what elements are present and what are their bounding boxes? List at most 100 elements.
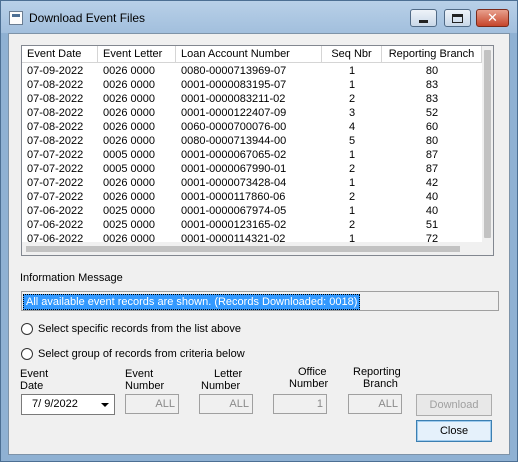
select-group-records-radio[interactable]	[21, 348, 33, 360]
information-message-text[interactable]: All available event records are shown. (…	[23, 294, 361, 310]
event-date-cell: 07-08-2022	[27, 135, 84, 147]
reporting-branch-cell: 80	[425, 135, 439, 147]
select-specific-records-label[interactable]: Select specific records from the list ab…	[38, 323, 241, 335]
event-letter-cell: 0026 0000	[103, 121, 155, 133]
letter-number-field[interactable]: ALL	[199, 394, 253, 414]
maximize-icon	[452, 13, 463, 23]
event-date-cell: 07-08-2022	[27, 93, 84, 105]
event-date-label-line1: Event	[20, 368, 49, 380]
reporting-branch-cell: 42	[425, 177, 439, 189]
event-date-cell: 07-07-2022	[27, 177, 84, 189]
event-date-label-line2: Date	[20, 380, 44, 392]
reporting-branch-cell: 83	[425, 93, 439, 105]
event-number-field[interactable]: ALL	[125, 394, 179, 414]
event-records-list[interactable]: Event Date Event Letter Loan Account Num…	[21, 45, 494, 256]
event-date-cell: 07-09-2022	[27, 65, 84, 77]
list-header: Event Date Event Letter Loan Account Num…	[22, 46, 482, 63]
table-row[interactable]: 07-07-2022 0026 0000 0001-0000117860-06 2 40	[22, 190, 482, 204]
loan-account-number-cell: 0001-0000067974-05	[181, 205, 287, 217]
title-bar[interactable]: Download Event Files ✕	[1, 1, 517, 33]
table-row[interactable]: 07-08-2022 0026 0000 0001-0000122407-09 3 52	[22, 106, 482, 120]
event-date-cell: 07-07-2022	[27, 163, 84, 175]
loan-account-number-cell: 0001-0000123165-02	[181, 219, 287, 231]
loan-account-number-cell: 0001-0000073428-04	[181, 177, 287, 189]
window-title: Download Event Files	[29, 11, 146, 25]
letter-number-label-line2: Number	[201, 380, 241, 392]
horizontal-scroll-thumb[interactable]	[26, 246, 460, 252]
seq-nbr-cell: 2	[348, 163, 356, 175]
reporting-branch-cell: 87	[425, 149, 439, 161]
close-window-button[interactable]: ✕	[476, 9, 509, 27]
office-number-label-line2: Number	[289, 378, 329, 390]
vertical-scroll-thumb[interactable]	[484, 50, 491, 238]
table-row[interactable]: 07-07-2022 0005 0000 0001-0000067065-02 1 87	[22, 148, 482, 162]
select-group-records-label[interactable]: Select group of records from criteria be…	[38, 348, 245, 360]
office-number-label-line1: Office	[298, 366, 327, 378]
loan-account-number-cell: 0080-0000713969-07	[181, 65, 287, 77]
table-row[interactable]: 07-07-2022 0005 0000 0001-0000067990-01 2 87	[22, 162, 482, 176]
event-date-value: 7/ 9/2022	[32, 398, 78, 410]
app-window-icon	[9, 11, 23, 25]
minimize-button[interactable]	[410, 9, 437, 27]
table-row[interactable]: 07-06-2022 0025 0000 0001-0000123165-02 2 51	[22, 218, 482, 232]
event-letter-cell: 0026 0000	[103, 107, 155, 119]
horizontal-scrollbar[interactable]	[22, 242, 493, 255]
close-button[interactable]: Close	[416, 420, 492, 442]
event-letter-cell: 0026 0000	[103, 177, 155, 189]
loan-account-number-cell: 0001-0000122407-09	[181, 107, 287, 119]
seq-nbr-cell: 1	[348, 177, 356, 189]
office-number-field[interactable]: 1	[273, 394, 327, 414]
event-number-label-line1: Event	[125, 368, 154, 380]
column-header-event-date[interactable]: Event Date	[22, 46, 98, 63]
loan-account-number-cell: 0001-0000083211-02	[181, 93, 286, 105]
reporting-branch-label-line1: Reporting	[353, 366, 401, 378]
vertical-scrollbar[interactable]	[482, 46, 493, 242]
seq-nbr-cell: 1	[348, 65, 356, 77]
event-letter-cell: 0005 0000	[103, 163, 155, 175]
event-date-cell: 07-08-2022	[27, 121, 84, 133]
table-row[interactable]: 07-08-2022 0026 0000 0001-0000083195-07 1 83	[22, 78, 482, 92]
reporting-branch-cell: 80	[425, 65, 439, 77]
seq-nbr-cell: 2	[348, 191, 356, 203]
column-header-event-letter[interactable]: Event Letter	[98, 46, 176, 63]
event-letter-cell: 0026 0000	[103, 93, 155, 105]
reporting-branch-cell: 51	[425, 219, 439, 231]
table-row[interactable]: 07-07-2022 0026 0000 0001-0000073428-04 1 42	[22, 176, 482, 190]
column-header-reporting-branch[interactable]: Reporting Branch	[382, 46, 482, 63]
column-header-loan-account-number[interactable]: Loan Account Number	[176, 46, 322, 63]
download-event-files-window: Download Event Files ✕ Event Date Event …	[0, 0, 518, 462]
list-rows: 07-09-2022 0026 0000 0080-0000713969-07 1 80…	[22, 64, 482, 246]
loan-account-number-cell: 0001-0000067990-01	[181, 163, 287, 175]
event-date-cell: 07-06-2022	[27, 205, 84, 217]
event-letter-cell: 0025 0000	[103, 205, 155, 217]
event-letter-cell: 0026 0000	[103, 79, 155, 91]
chevron-down-icon[interactable]	[101, 403, 109, 407]
download-button[interactable]: Download	[416, 394, 492, 416]
close-icon: ✕	[487, 10, 498, 26]
reporting-branch-cell: 52	[425, 107, 439, 119]
event-date-cell: 07-07-2022	[27, 149, 84, 161]
column-header-seq-nbr[interactable]: Seq Nbr	[322, 46, 382, 63]
event-letter-cell: 0026 0000	[103, 191, 155, 203]
information-message-label: Information Message	[20, 272, 123, 284]
table-row[interactable]: 07-09-2022 0026 0000 0080-0000713969-07 1 80	[22, 64, 482, 78]
event-letter-cell: 0026 0000	[103, 65, 155, 77]
table-row[interactable]: 07-08-2022 0026 0000 0060-0000700076-00 4 60	[22, 120, 482, 134]
loan-account-number-cell: 0080-0000713944-00	[181, 135, 287, 147]
seq-nbr-cell: 3	[348, 107, 356, 119]
loan-account-number-cell: 0001-0000083195-07	[181, 79, 287, 91]
table-row[interactable]: 07-08-2022 0026 0000 0080-0000713944-00 5 80	[22, 134, 482, 148]
seq-nbr-cell: 2	[348, 93, 356, 105]
reporting-branch-field[interactable]: ALL	[348, 394, 402, 414]
table-row[interactable]: 07-08-2022 0026 0000 0001-0000083211-02 2 83	[22, 92, 482, 106]
reporting-branch-label-line2: Branch	[363, 378, 398, 390]
select-specific-records-radio[interactable]	[21, 323, 33, 335]
event-date-picker[interactable]: 7/ 9/2022	[21, 394, 115, 415]
table-row[interactable]: 07-06-2022 0025 0000 0001-0000067974-05 1 40	[22, 204, 482, 218]
event-number-label-line2: Number	[125, 380, 165, 392]
seq-nbr-cell: 4	[348, 121, 356, 133]
dialog-client-area: Event Date Event Letter Loan Account Num…	[8, 33, 510, 455]
letter-number-label-line1: Letter	[214, 368, 243, 380]
seq-nbr-cell: 1	[348, 149, 356, 161]
maximize-button[interactable]	[444, 9, 471, 27]
